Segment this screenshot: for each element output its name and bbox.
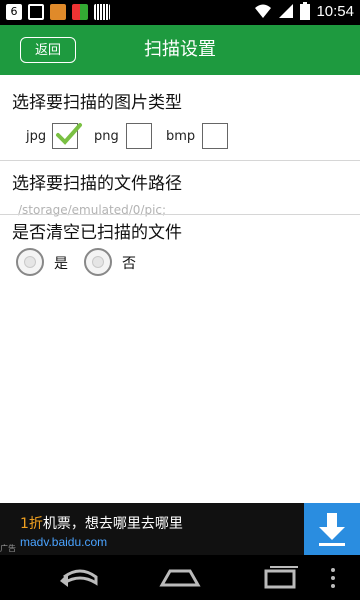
download-arrow-icon	[319, 513, 345, 546]
ad-headline-highlight: 1折	[20, 516, 43, 532]
status-bar-notifications: 6	[6, 4, 110, 20]
ad-banner[interactable]: 1折机票，想去哪里去哪里 madv.baidu.com 广告	[0, 503, 360, 555]
ad-download-button[interactable]	[304, 503, 360, 555]
home-icon	[159, 569, 201, 587]
ad-headline-text: 机票，想去哪里去哪里	[42, 516, 183, 532]
bmp-checkbox[interactable]	[202, 123, 228, 149]
navigation-bar	[0, 555, 360, 600]
jpg-checkbox[interactable]	[52, 123, 82, 149]
divider	[0, 160, 360, 161]
status-bar: 6 10:54	[0, 0, 360, 25]
app-icon	[72, 4, 88, 20]
file-types-title: 选择要扫描的图片类型	[12, 93, 182, 113]
ad-url: madv.baidu.com	[20, 535, 108, 549]
back-nav-button[interactable]	[50, 563, 110, 593]
clear-files-title: 是否清空已扫描的文件	[12, 223, 182, 243]
menu-icon	[331, 568, 335, 588]
recent-apps-icon	[264, 566, 298, 589]
ad-headline: 1折机票，想去哪里去哪里	[20, 513, 183, 533]
bmp-label: bmp	[166, 129, 196, 144]
divider	[0, 214, 360, 215]
menu-nav-button[interactable]	[318, 563, 348, 593]
ad-badge: 广告	[0, 544, 16, 553]
png-checkbox[interactable]	[126, 123, 152, 149]
back-button[interactable]: 返回	[20, 37, 76, 63]
app-bar: 扫描设置 返回	[0, 25, 360, 75]
png-label: png	[94, 129, 119, 144]
signal-icon	[279, 4, 294, 18]
no-label: 否	[122, 256, 136, 272]
recent-apps-nav-button[interactable]	[250, 563, 310, 593]
wifi-icon	[255, 4, 272, 18]
yes-radio[interactable]	[16, 248, 44, 276]
clear-files-options: 是 否	[0, 248, 360, 278]
status-time: 10:54	[316, 2, 354, 20]
barcode-icon	[94, 4, 110, 20]
jpg-label: jpg	[26, 129, 47, 144]
home-nav-button[interactable]	[150, 563, 210, 593]
download-icon	[28, 4, 44, 20]
no-radio[interactable]	[84, 248, 112, 276]
battery-icon	[300, 2, 311, 20]
file-type-options: jpg png bmp	[0, 123, 360, 153]
notification-6-icon: 6	[6, 4, 22, 20]
file-path-title: 选择要扫描的文件路径	[12, 174, 182, 194]
yes-label: 是	[54, 256, 68, 272]
checkmark-icon	[56, 123, 82, 145]
back-icon	[60, 569, 98, 587]
app-icon	[50, 4, 66, 20]
